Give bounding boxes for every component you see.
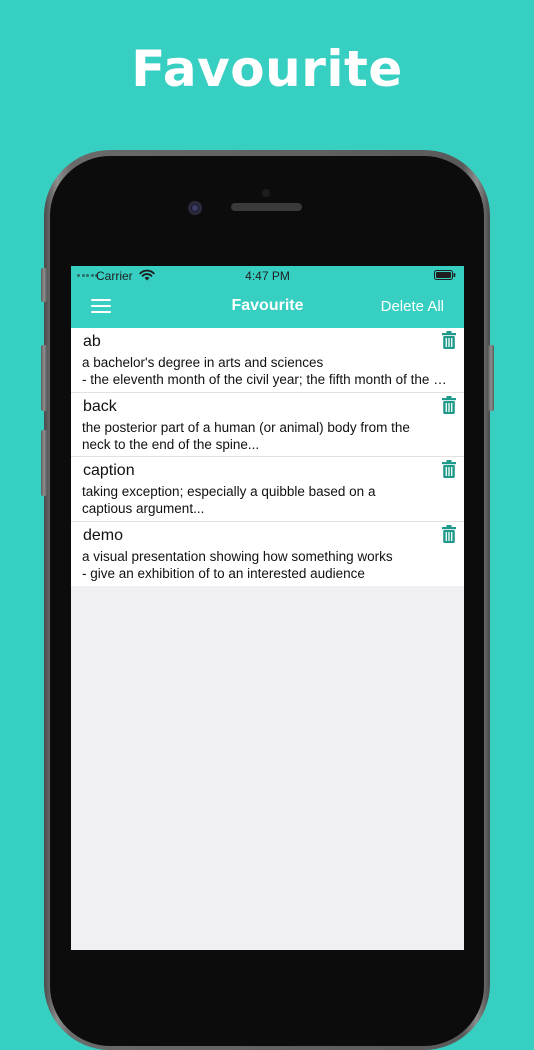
favourite-word: back: [83, 397, 117, 415]
definition-line: neck to the end of the spine...: [82, 436, 260, 452]
favourite-row-demo[interactable]: demo a visual presentation showing how s…: [71, 522, 464, 587]
favourite-definition: a visual presentation showing how someth…: [82, 548, 452, 582]
favourite-definition: taking exception; especially a quibble b…: [82, 483, 452, 517]
trash-icon[interactable]: [442, 460, 456, 478]
trash-icon[interactable]: [442, 524, 456, 543]
front-camera: [188, 201, 202, 215]
definition-line: - give an exhibition of to an interested…: [82, 565, 365, 581]
favourite-definition: a bachelor's degree in arts and sciences…: [82, 354, 452, 388]
banner-title: Favourite: [131, 40, 403, 98]
status-time: 4:47 PM: [245, 269, 290, 283]
favourite-row-ab[interactable]: ab a bachelor's degree in arts and scien…: [71, 328, 464, 393]
favourite-row-caption[interactable]: caption taking exception; especially a q…: [71, 457, 464, 522]
volume-up-button: [41, 345, 47, 411]
definition-line: captious argument...: [82, 501, 205, 516]
mute-switch: [41, 268, 47, 302]
app-screen: Carrier 4:47 PM Favourite Delete All ab …: [71, 266, 464, 950]
favourite-definition: the posterior part of a human (or animal…: [82, 419, 452, 453]
trash-icon[interactable]: [442, 331, 456, 349]
volume-down-button: [41, 430, 47, 496]
favourite-word: ab: [83, 333, 101, 350]
battery-icon: [434, 270, 456, 280]
definition-line: taking exception; especially a quibble b…: [82, 484, 376, 499]
delete-all-button[interactable]: Delete All: [381, 298, 444, 315]
trash-icon[interactable]: [442, 395, 456, 414]
proximity-sensor: [262, 189, 270, 197]
status-bar: Carrier 4:47 PM: [71, 266, 464, 286]
navigation-bar: Favourite Delete All: [71, 286, 464, 328]
favourite-word: demo: [83, 526, 124, 544]
definition-line: a bachelor's degree in arts and sciences: [82, 355, 324, 370]
power-button: [488, 345, 494, 411]
favourites-list: ab a bachelor's degree in arts and scien…: [71, 328, 464, 586]
definition-line: a visual presentation showing how someth…: [82, 548, 393, 564]
definition-line: - the eleventh month of the civil year; …: [82, 372, 452, 387]
definition-line: the posterior part of a human (or animal…: [82, 419, 410, 435]
favourite-word: caption: [83, 462, 135, 479]
earpiece-speaker: [231, 203, 302, 211]
favourite-row-back[interactable]: back the posterior part of a human (or a…: [71, 393, 464, 457]
